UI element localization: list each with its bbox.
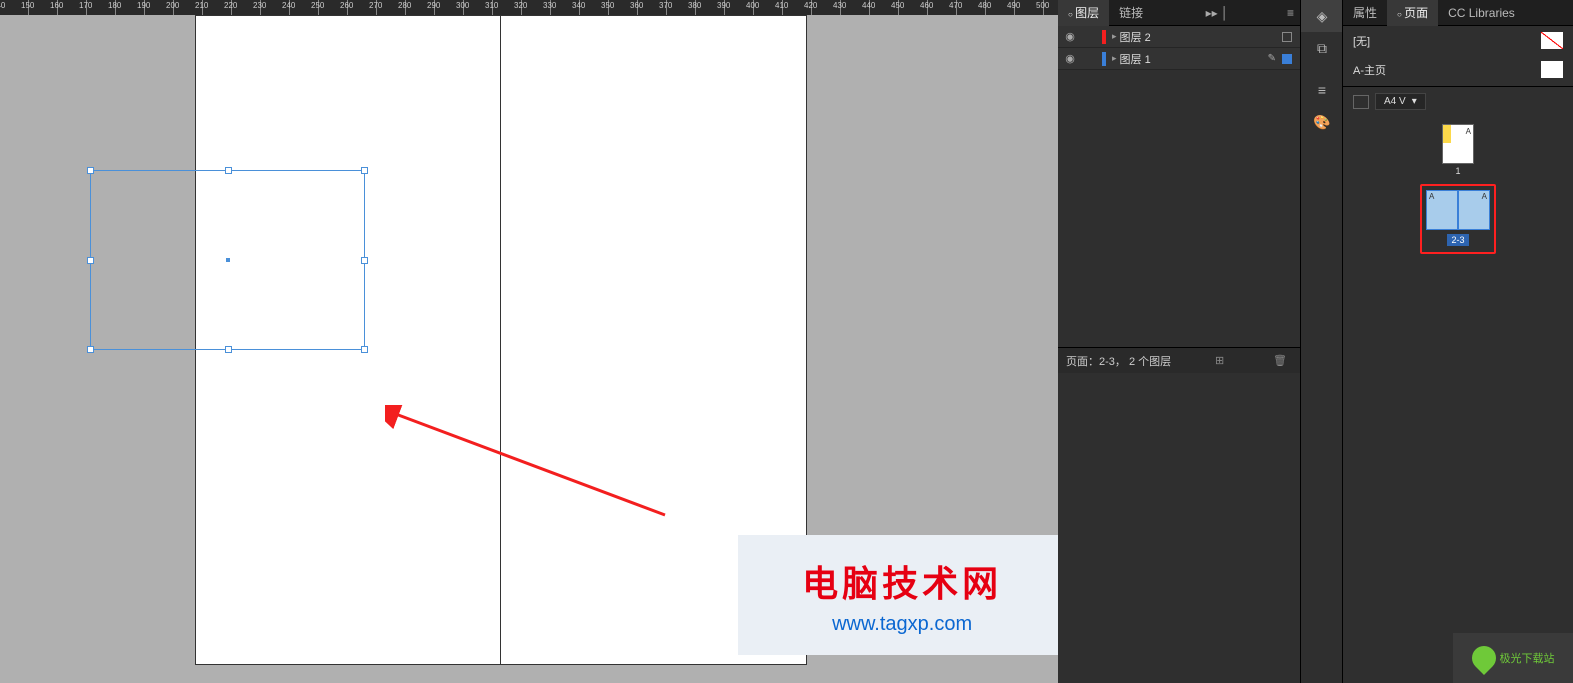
tab-links[interactable]: 链接: [1109, 0, 1153, 26]
panel-collapse-icon[interactable]: ▸▸ │: [1200, 6, 1235, 20]
layer-name[interactable]: 图层 1: [1120, 51, 1151, 67]
watermark-url: www.tagxp.com: [738, 613, 1066, 636]
page-size-row: A4 V ▾: [1343, 89, 1573, 114]
highlighted-spread: A A 2-3: [1420, 184, 1496, 254]
layer-row[interactable]: ◉ ▸ 图层 2: [1058, 26, 1300, 48]
site-logo-overlay: 极光下载站: [1453, 633, 1573, 683]
layer-color-swatch: [1102, 30, 1106, 44]
page-number: 1: [1442, 166, 1474, 176]
new-layer-icon[interactable]: ⊞: [1210, 354, 1229, 367]
selected-rectangle-frame[interactable]: [90, 170, 365, 350]
none-thumb-icon: [1541, 32, 1563, 49]
page-size-select[interactable]: A4 V ▾: [1375, 93, 1426, 110]
panel-menu-icon[interactable]: ≡: [1281, 6, 1300, 20]
horizontal-ruler[interactable]: 1401501601701801902002102202302402502602…: [0, 0, 1058, 15]
edit-icon[interactable]: ✎: [1268, 53, 1276, 64]
selection-indicator[interactable]: [1282, 54, 1292, 64]
visibility-icon[interactable]: ◉: [1058, 30, 1082, 43]
resize-handle[interactable]: [225, 167, 232, 174]
watermark-title: 电脑技术网: [738, 555, 1066, 607]
center-point: [226, 258, 230, 262]
resize-handle[interactable]: [361, 167, 368, 174]
annotation-arrow: [385, 405, 675, 525]
layers-panel-footer: 页面：2-3， 2 个图层 ⊞ 🗑: [1058, 347, 1300, 373]
disclosure-icon[interactable]: ▸: [1112, 53, 1117, 64]
resize-handle[interactable]: [87, 167, 94, 174]
tab-layers[interactable]: 图层: [1058, 0, 1109, 26]
resize-handle[interactable]: [87, 257, 94, 264]
selection-indicator[interactable]: [1282, 32, 1292, 42]
resize-handle[interactable]: [361, 257, 368, 264]
page-thumb-1[interactable]: A 1: [1442, 124, 1474, 176]
resize-handle[interactable]: [225, 346, 232, 353]
visibility-icon[interactable]: ◉: [1058, 52, 1082, 65]
dock-layers-icon[interactable]: ◈: [1301, 0, 1343, 32]
dock-stroke-icon[interactable]: ≡: [1301, 74, 1343, 106]
resize-handle[interactable]: [87, 346, 94, 353]
footer-status: 页面：2-3， 2 个图层: [1066, 353, 1171, 369]
tab-pages[interactable]: 页面: [1387, 0, 1438, 26]
dock-strip: ◈ ⧉ ≡ 🎨: [1300, 0, 1342, 683]
spread-thumb-2-3[interactable]: A A 2-3: [1426, 190, 1490, 248]
pages-panel: 属性 页面 CC Libraries [无] A-主页 A4 V ▾ A 1 A…: [1342, 0, 1573, 683]
page-size-value: A4 V: [1384, 96, 1406, 107]
layers-panel: 图层 链接 ▸▸ │ ≡ ◉ ▸ 图层 2 ◉ ▸ 图层 1 ✎ 页面：2-3，…: [1058, 0, 1300, 683]
master-none-row[interactable]: [无]: [1343, 26, 1573, 55]
master-letter: A: [1429, 192, 1434, 201]
logo-icon: [1467, 641, 1501, 675]
master-thumb-icon: [1541, 61, 1563, 78]
master-label: A-主页: [1353, 62, 1386, 78]
orientation-icon[interactable]: [1353, 95, 1369, 109]
chevron-down-icon: ▾: [1412, 96, 1417, 107]
master-letter: A: [1466, 127, 1471, 136]
delete-layer-icon[interactable]: 🗑: [1268, 354, 1292, 367]
spread-number: 2-3: [1447, 234, 1468, 246]
dock-color-icon[interactable]: 🎨: [1301, 106, 1343, 138]
master-a-row[interactable]: A-主页: [1343, 55, 1573, 84]
layer-name[interactable]: 图层 2: [1120, 29, 1151, 45]
logo-text: 极光下载站: [1500, 650, 1555, 666]
resize-handle[interactable]: [361, 346, 368, 353]
tab-cc-libraries[interactable]: CC Libraries: [1438, 1, 1525, 25]
layer-row[interactable]: ◉ ▸ 图层 1 ✎: [1058, 48, 1300, 70]
layer-color-swatch: [1102, 52, 1106, 66]
disclosure-icon[interactable]: ▸: [1112, 31, 1117, 42]
none-label: [无]: [1353, 33, 1370, 49]
tab-properties[interactable]: 属性: [1343, 0, 1387, 26]
master-letter: A: [1482, 192, 1487, 201]
dock-links-icon[interactable]: ⧉: [1301, 32, 1343, 64]
canvas-area[interactable]: 电脑技术网 www.tagxp.com TAG: [0, 15, 1058, 683]
